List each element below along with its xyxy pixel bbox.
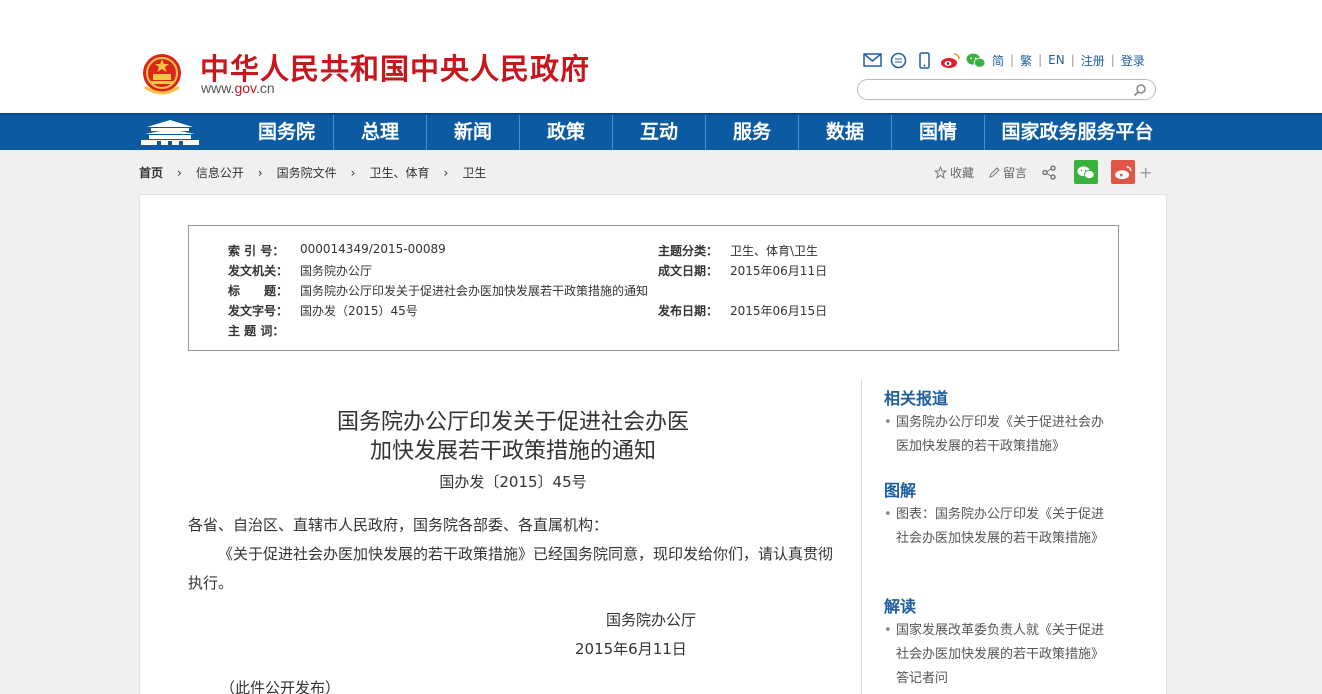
favorite-button[interactable]: 收藏 [934, 164, 974, 181]
toplink-register[interactable]: 注册 [1081, 52, 1105, 69]
share-wechat-icon[interactable] [1074, 160, 1099, 184]
site-url[interactable]: www.gov.cn [201, 80, 275, 96]
meta-date-label: 成文日期： [658, 264, 719, 278]
breadcrumb-health-sports[interactable]: 卫生、体育 [369, 164, 429, 181]
star-icon [934, 165, 947, 179]
article-signer: 国务院办公厅 [606, 611, 697, 629]
meta-date-value: 2015年06月11日 [730, 264, 828, 278]
nav-item-service-platform[interactable]: 国家政务服务平台 [984, 115, 1170, 150]
article-paragraph: 《关于促进社会办医加快发展的若干政策措施》已经国务院同意，现印发给你们，请认真贯… [188, 545, 834, 592]
article-salutation: 各省、自治区、直辖市人民政府，国务院各部委、各直属机构： [188, 516, 609, 534]
article-body: 各省、自治区、直辖市人民政府，国务院各部委、各直属机构： 《关于促进社会办医加快… [188, 511, 838, 694]
breadcrumb-state-council-docs[interactable]: 国务院文件 [277, 164, 337, 181]
article-title: 国务院办公厅印发关于促进社会办医 加快发展若干政策措施的通知 [188, 408, 838, 466]
related-sidebar: 相关报道 国务院办公厅印发《关于促进社会办医加快发展的若干政策措施》 图解 图表… [861, 379, 1141, 694]
meta-pubdate-label: 发布日期： [658, 304, 719, 318]
article-note: （此件公开发布） [220, 679, 341, 694]
site-header: 中华人民共和国中央人民政府 www.gov.cn 简 | 繁 | EN | 注册… [0, 0, 1322, 113]
site-url-brand: gov [234, 80, 256, 96]
meta-docno-label: 发文字号： [228, 304, 289, 318]
breadcrumb-info-disclosure[interactable]: 信息公开 [196, 164, 244, 181]
meta-date-row: 成文日期： 2015年06月11日 [658, 262, 827, 279]
share-icon [1042, 164, 1056, 180]
national-emblem-icon[interactable] [139, 51, 185, 97]
breadcrumb-health[interactable]: 卫生 [462, 164, 486, 181]
nav-item-policy[interactable]: 政策 [519, 115, 612, 150]
chevron-right-icon: › [443, 165, 449, 180]
meta-pubdate-row: 发布日期： 2015年06月15日 [658, 302, 827, 319]
meta-issuer-label: 发文机关： [228, 264, 289, 278]
breadcrumb: 首页 › 信息公开 › 国务院文件 › 卫生、体育 › 卫生 [139, 164, 486, 181]
main-nav: 国务院 总理 新闻 政策 互动 服务 数据 国情 国家政务服务平台 [0, 113, 1322, 150]
toplink-separator: | [1070, 53, 1075, 67]
sidebar-heading-interpretation: 解读 [884, 597, 917, 616]
meta-issuer-value: 国务院办公厅 [300, 264, 373, 278]
chevron-right-icon: › [257, 165, 263, 180]
toplink-traditional[interactable]: 繁 [1020, 52, 1032, 69]
comment-label: 留言 [1003, 165, 1028, 180]
share-weibo-icon[interactable] [1111, 160, 1136, 184]
sidebar-heading-related-reports: 相关报道 [884, 389, 949, 408]
wechat-icon[interactable] [966, 51, 986, 69]
nav-item-news[interactable]: 新闻 [426, 115, 519, 150]
meta-issuer-row: 发文机关： 国务院办公厅 [228, 262, 372, 279]
sidebar-link[interactable]: 图表：国务院办公厅印发《关于促进社会办医加快发展的若干政策措施》 [884, 503, 1112, 551]
tiananmen-icon[interactable] [139, 117, 201, 147]
nav-item-data[interactable]: 数据 [798, 115, 891, 150]
sidebar-link[interactable]: 国家发展改革委负责人就《关于促进社会办医加快发展的若干政策措施》答记者问 [884, 619, 1112, 691]
meta-title-value: 国务院办公厅印发关于促进社会办医加快发展若干政策措施的通知 [300, 284, 649, 298]
sidebar-link[interactable]: 国务院办公厅印发《关于促进社会办医加快发展的若干政策措施》 [884, 411, 1112, 459]
meta-index-value: 000014349/2015-00089 [300, 242, 446, 256]
meta-title-label: 标 题： [228, 284, 289, 298]
nav-item-services[interactable]: 服务 [705, 115, 798, 150]
share-button[interactable] [1041, 164, 1060, 180]
site-url-suffix: .cn [256, 80, 275, 96]
toplink-separator: | [1110, 53, 1115, 67]
article-sign-date: 2015年6月11日 [575, 640, 687, 658]
nav-item-interaction[interactable]: 互动 [612, 115, 705, 150]
nav-item-national-info[interactable]: 国情 [891, 115, 984, 150]
toplink-separator: | [1010, 53, 1015, 67]
search-input[interactable] [857, 79, 1156, 100]
chevron-right-icon: › [350, 165, 356, 180]
chevron-right-icon: › [177, 165, 182, 180]
article-doc-number: 国办发〔2015〕45号 [439, 473, 587, 491]
meta-index-row: 索 引 号： 000014349/2015-00089 [228, 242, 446, 259]
mobile-icon[interactable] [914, 51, 934, 69]
more-share-button[interactable]: + [1139, 163, 1152, 182]
toplink-login[interactable]: 登录 [1121, 52, 1145, 69]
sidebar-heading-infographic: 图解 [884, 481, 917, 500]
weibo-icon[interactable] [940, 51, 960, 69]
nav-item-premier[interactable]: 总理 [333, 115, 426, 150]
pencil-icon [989, 166, 1000, 178]
document-metadata-box: 索 引 号： 000014349/2015-00089 主题分类： 卫生、体育\… [188, 225, 1119, 351]
favorite-label: 收藏 [950, 165, 975, 180]
meta-docno-value: 国办发（2015）45号 [300, 304, 418, 318]
article-title-line: 国务院办公厅印发关于促进社会办医 [336, 410, 689, 435]
meta-topic-row: 主题分类： 卫生、体育\卫生 [658, 242, 818, 259]
toplink-english[interactable]: EN [1048, 53, 1065, 67]
chat-icon[interactable] [888, 51, 908, 69]
nav-items: 国务院 总理 新闻 政策 互动 服务 数据 国情 国家政务服务平台 [240, 115, 1170, 150]
content-panel: 索 引 号： 000014349/2015-00089 主题分类： 卫生、体育\… [139, 194, 1167, 694]
article-title-line: 加快发展若干政策措施的通知 [369, 439, 656, 464]
meta-topic-value: 卫生、体育\卫生 [730, 244, 819, 258]
meta-index-label: 索 引 号： [228, 244, 285, 258]
toplink-simplified[interactable]: 简 [992, 52, 1004, 69]
toplink-separator: | [1038, 53, 1043, 67]
breadcrumb-home[interactable]: 首页 [139, 164, 163, 181]
meta-topic-label: 主题分类： [658, 244, 719, 258]
meta-docno-row: 发文字号： 国办发（2015）45号 [228, 302, 418, 319]
meta-title-row: 标 题： 国务院办公厅印发关于促进社会办医加快发展若干政策措施的通知 [228, 282, 648, 299]
meta-pubdate-value: 2015年06月15日 [730, 304, 828, 318]
page-tools: 收藏 留言 + [934, 160, 1152, 184]
comment-button[interactable]: 留言 [988, 164, 1027, 181]
search-icon[interactable] [1133, 83, 1147, 97]
meta-keywords-row: 主 题 词： [228, 322, 300, 339]
site-url-prefix: www. [201, 80, 235, 96]
nav-item-state-council[interactable]: 国务院 [240, 115, 333, 150]
top-links: 简 | 繁 | EN | 注册 | 登录 [862, 50, 1145, 70]
meta-keywords-label: 主 题 词： [228, 324, 285, 338]
mail-icon[interactable] [862, 51, 882, 69]
